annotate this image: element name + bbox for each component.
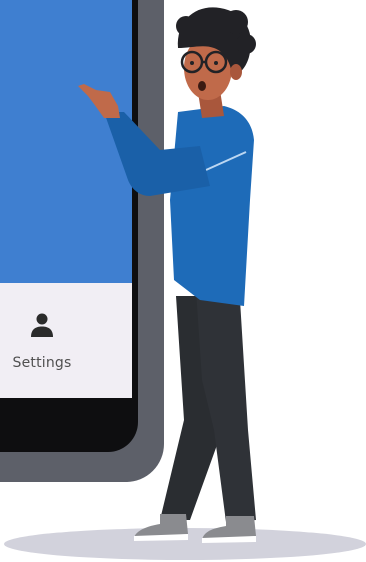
mouth <box>198 81 206 91</box>
pointing-person-illustration <box>78 7 256 543</box>
pointing-hand <box>78 84 120 118</box>
illustration-stage: Settings <box>0 0 366 562</box>
shirt <box>170 106 254 306</box>
